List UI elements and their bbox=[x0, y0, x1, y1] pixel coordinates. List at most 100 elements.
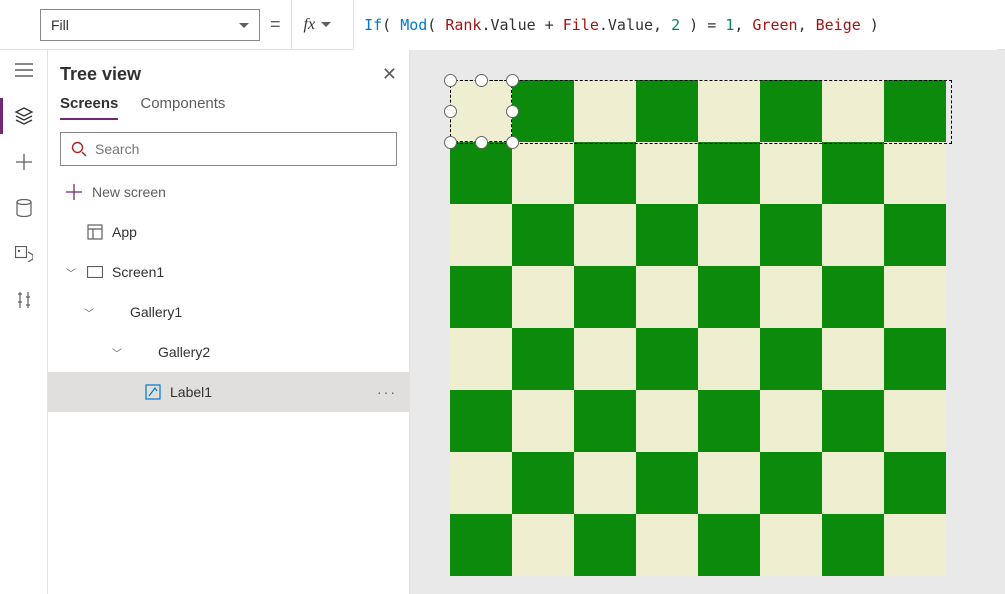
chevron-down-icon[interactable]: ﹀ bbox=[84, 305, 96, 320]
formula-input[interactable]: If( Mod( Rank.Value + File.Value, 2 ) = … bbox=[353, 0, 997, 50]
board-square[interactable] bbox=[512, 390, 574, 452]
board-square[interactable] bbox=[512, 266, 574, 328]
board-square[interactable] bbox=[698, 514, 760, 576]
tree-item-gallery2[interactable]: ﹀ Gallery2 bbox=[60, 332, 397, 372]
board-square[interactable] bbox=[884, 452, 946, 514]
plus-icon[interactable] bbox=[14, 152, 34, 172]
tree-item-app[interactable]: App bbox=[60, 212, 397, 252]
board-square[interactable] bbox=[760, 328, 822, 390]
board-square[interactable] bbox=[822, 452, 884, 514]
board-square[interactable] bbox=[636, 452, 698, 514]
board-square[interactable] bbox=[512, 328, 574, 390]
board-square[interactable] bbox=[636, 514, 698, 576]
board-square[interactable] bbox=[884, 514, 946, 576]
board-square[interactable] bbox=[760, 266, 822, 328]
tools-icon[interactable] bbox=[14, 290, 34, 310]
board-square[interactable] bbox=[698, 204, 760, 266]
board-square[interactable] bbox=[574, 390, 636, 452]
board-square[interactable] bbox=[822, 80, 884, 142]
board-square[interactable] bbox=[884, 328, 946, 390]
board-square[interactable] bbox=[636, 142, 698, 204]
tree-tabs: Screens Components bbox=[60, 95, 397, 120]
board-square[interactable] bbox=[450, 142, 512, 204]
tree-item-label: Gallery1 bbox=[130, 304, 182, 320]
board-square[interactable] bbox=[574, 80, 636, 142]
chessboard-gallery[interactable] bbox=[450, 80, 946, 576]
board-square[interactable] bbox=[884, 142, 946, 204]
property-name: Fill bbox=[51, 17, 69, 33]
board-square[interactable] bbox=[512, 452, 574, 514]
board-square[interactable] bbox=[636, 204, 698, 266]
board-square[interactable] bbox=[822, 514, 884, 576]
tree-item-gallery1[interactable]: ﹀ Gallery1 bbox=[60, 292, 397, 332]
chevron-down-icon[interactable]: ﹀ bbox=[66, 265, 78, 280]
board-square[interactable] bbox=[450, 328, 512, 390]
canvas[interactable] bbox=[410, 50, 1005, 594]
board-square[interactable] bbox=[574, 266, 636, 328]
board-square[interactable] bbox=[574, 142, 636, 204]
board-square[interactable] bbox=[574, 328, 636, 390]
tree-view-rail-button[interactable] bbox=[0, 106, 48, 126]
board-square[interactable] bbox=[636, 328, 698, 390]
board-square[interactable] bbox=[698, 452, 760, 514]
board-square[interactable] bbox=[450, 80, 512, 142]
media-icon[interactable] bbox=[14, 244, 34, 264]
board-square[interactable] bbox=[450, 452, 512, 514]
chevron-down-icon[interactable]: ﹀ bbox=[112, 345, 124, 360]
board-square[interactable] bbox=[760, 204, 822, 266]
left-rail bbox=[0, 50, 48, 594]
board-square[interactable] bbox=[698, 266, 760, 328]
board-square[interactable] bbox=[884, 266, 946, 328]
board-square[interactable] bbox=[512, 80, 574, 142]
board-square[interactable] bbox=[760, 452, 822, 514]
board-square[interactable] bbox=[760, 390, 822, 452]
tab-screens[interactable]: Screens bbox=[60, 95, 118, 120]
tab-components[interactable]: Components bbox=[140, 95, 225, 120]
new-screen-button[interactable]: New screen bbox=[60, 176, 397, 208]
board-square[interactable] bbox=[450, 204, 512, 266]
board-square[interactable] bbox=[512, 142, 574, 204]
board-square[interactable] bbox=[698, 390, 760, 452]
board-square[interactable] bbox=[884, 204, 946, 266]
label-icon bbox=[144, 383, 162, 401]
more-icon[interactable]: ··· bbox=[377, 384, 397, 400]
hamburger-icon[interactable] bbox=[14, 60, 34, 80]
board-square[interactable] bbox=[636, 80, 698, 142]
board-square[interactable] bbox=[698, 328, 760, 390]
board-square[interactable] bbox=[760, 80, 822, 142]
board-square[interactable] bbox=[698, 142, 760, 204]
board-square[interactable] bbox=[574, 204, 636, 266]
board-square[interactable] bbox=[822, 142, 884, 204]
board-square[interactable] bbox=[822, 328, 884, 390]
board-square[interactable] bbox=[450, 266, 512, 328]
board-square[interactable] bbox=[574, 514, 636, 576]
tree-item-label1[interactable]: Label1 ··· bbox=[48, 372, 409, 412]
gallery-icon bbox=[132, 343, 150, 361]
board-square[interactable] bbox=[450, 390, 512, 452]
board-square[interactable] bbox=[512, 514, 574, 576]
board-square[interactable] bbox=[822, 204, 884, 266]
fx-button[interactable]: fx bbox=[291, 0, 344, 50]
board-square[interactable] bbox=[884, 80, 946, 142]
board-square[interactable] bbox=[512, 204, 574, 266]
equals-sign: = bbox=[270, 14, 281, 35]
board-square[interactable] bbox=[636, 390, 698, 452]
property-dropdown[interactable]: Fill bbox=[40, 9, 260, 41]
board-square[interactable] bbox=[884, 390, 946, 452]
database-icon[interactable] bbox=[14, 198, 34, 218]
tree-item-screen1[interactable]: ﹀ Screen1 bbox=[60, 252, 397, 292]
board-square[interactable] bbox=[760, 514, 822, 576]
tree-item-label: Screen1 bbox=[112, 264, 164, 280]
board-square[interactable] bbox=[636, 266, 698, 328]
board-square[interactable] bbox=[574, 452, 636, 514]
search-input[interactable] bbox=[95, 141, 386, 157]
board-square[interactable] bbox=[698, 80, 760, 142]
tree-title: Tree view bbox=[60, 64, 141, 85]
fx-icon: fx bbox=[304, 16, 316, 34]
board-square[interactable] bbox=[822, 390, 884, 452]
close-icon[interactable]: ✕ bbox=[382, 64, 397, 85]
board-square[interactable] bbox=[760, 142, 822, 204]
search-box[interactable] bbox=[60, 132, 397, 166]
board-square[interactable] bbox=[450, 514, 512, 576]
board-square[interactable] bbox=[822, 266, 884, 328]
